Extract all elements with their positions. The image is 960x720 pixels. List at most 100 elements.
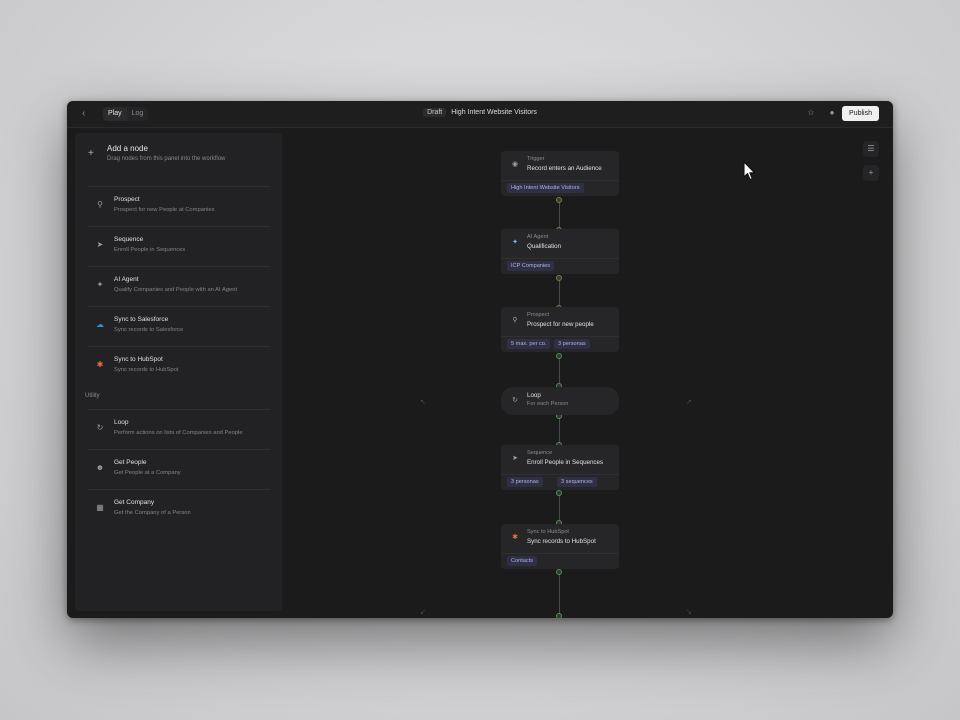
publish-button[interactable]: Publish [842, 106, 879, 121]
output-port[interactable] [556, 197, 562, 203]
node-kind: Loop [527, 392, 541, 399]
add-node-subtitle: Drag nodes from this panel into the work… [107, 156, 226, 162]
node-kind: AI Agent [527, 234, 549, 240]
send-icon: ➤ [512, 455, 518, 462]
sparkle-icon: ✦ [512, 239, 518, 246]
node-item-desc: Prospect for new People at Companies [114, 207, 215, 213]
globe-icon[interactable]: ● [827, 108, 837, 118]
node-item-desc: Sync records to HubSpot [114, 367, 179, 373]
workflow-node-loop[interactable]: ↻ Loop For each Person [501, 387, 619, 415]
node-item-title: Prospect [114, 196, 140, 203]
edge [559, 356, 560, 386]
node-kind: Sequence [527, 450, 553, 456]
node-item-desc: Enroll People in Sequences [114, 247, 186, 253]
workflow-node-sync-hubspot[interactable]: ✱ Sync to HubSpot Sync records to HubSpo… [501, 524, 619, 569]
building-icon: ▦ [96, 503, 104, 512]
node-item-desc: Qualify Companies and People with an AI … [114, 287, 238, 293]
workflow-node-ai-agent[interactable]: ✦ AI Agent Qualification ICP Companies [501, 229, 619, 274]
node-item-desc: Get People at a Company [114, 470, 181, 476]
node-chip: 3 personas [507, 477, 543, 487]
people-icon: ☻ [95, 463, 105, 472]
page-title: High Intent Website Visitors [451, 109, 537, 116]
workflow-canvas[interactable]: ☰ + ↖ ↗ ↙ ↘ ◉ Trigger Record enters an A… [282, 128, 893, 618]
node-chip: 3 personas [554, 339, 590, 349]
search-icon: ⚲ [97, 200, 103, 209]
node-name: Enroll People in Sequences [527, 459, 604, 466]
add-node-panel: + Add a node Drag nodes from this panel … [75, 133, 282, 611]
search-icon: ⚲ [512, 317, 518, 324]
loop-icon: ↻ [96, 423, 104, 432]
divider [501, 258, 619, 259]
node-item-get-company[interactable]: ▦ Get Company Get the Company of a Perso… [87, 489, 270, 530]
send-icon: ➤ [96, 240, 104, 249]
node-chip: 3 sequences [557, 477, 597, 487]
expand-icon: ↘ [686, 609, 692, 616]
expand-icon: ↗ [686, 399, 692, 406]
node-name: Sync records to HubSpot [527, 538, 596, 545]
star-icon[interactable]: ☆ [806, 108, 816, 118]
node-chip: 5 max. per co. [507, 339, 551, 349]
node-name: Qualification [527, 243, 562, 250]
node-chip: Contacts [507, 556, 538, 566]
node-item-get-people[interactable]: ☻ Get People Get People at a Company [87, 449, 270, 490]
divider [501, 474, 619, 475]
trigger-icon: ◉ [511, 161, 519, 168]
salesforce-icon: ☁ [96, 320, 104, 329]
node-item-sync-salesforce[interactable]: ☁ Sync to Salesforce Sync records to Sal… [87, 306, 270, 347]
node-item-title: Get People [114, 459, 147, 466]
node-item-title: Get Company [114, 499, 155, 506]
divider [501, 180, 619, 181]
hubspot-icon: ✱ [512, 534, 518, 541]
edge [559, 278, 560, 308]
node-name: For each Person [527, 401, 569, 407]
output-port[interactable] [556, 569, 562, 575]
add-node-title: Add a node [107, 144, 148, 153]
node-item-title: Sequence [114, 236, 144, 243]
hubspot-icon: ✱ [96, 360, 104, 369]
node-item-title: Loop [114, 419, 129, 426]
expand-icon: ↖ [420, 399, 426, 406]
node-name: Record enters an Audience [527, 165, 602, 172]
node-item-desc: Sync records to Salesforce [114, 327, 184, 333]
node-chip: High Intent Website Visitors [507, 183, 584, 193]
output-port[interactable] [556, 275, 562, 281]
output-port[interactable] [556, 353, 562, 359]
node-item-desc: Perform actions on lists of Companies an… [114, 430, 243, 436]
edge [559, 572, 560, 616]
edge [559, 493, 560, 523]
divider [501, 336, 619, 337]
node-kind: Sync to HubSpot [527, 529, 569, 535]
loop-icon: ↻ [512, 397, 518, 404]
divider [501, 553, 619, 554]
node-kind: Trigger [527, 156, 545, 162]
node-item-ai-agent[interactable]: ✦ AI Agent Qualify Companies and People … [87, 266, 270, 307]
node-name: Prospect for new people [527, 321, 594, 328]
workflow-node-sequence[interactable]: ➤ Sequence Enroll People in Sequences 3 … [501, 445, 619, 490]
node-item-title: Sync to Salesforce [114, 316, 169, 323]
node-item-loop[interactable]: ↻ Loop Perform actions on lists of Compa… [87, 409, 270, 450]
node-kind: Prospect [527, 312, 550, 318]
title-bar: ‹ Play Log Draft High Intent Website Vis… [67, 101, 893, 128]
node-item-desc: Get the Company of a Person [114, 510, 191, 516]
expand-icon: ↙ [420, 609, 426, 616]
node-item-title: Sync to HubSpot [114, 356, 163, 363]
utility-section-label: Utility [85, 393, 100, 399]
node-chip: ICP Companies [507, 261, 555, 271]
plus-icon: + [88, 148, 94, 159]
edge [559, 200, 560, 230]
output-port[interactable] [556, 490, 562, 496]
node-item-sync-hubspot[interactable]: ✱ Sync to HubSpot Sync records to HubSpo… [87, 346, 270, 387]
node-item-prospect[interactable]: ⚲ Prospect Prospect for new People at Co… [87, 186, 270, 227]
input-port[interactable] [556, 613, 562, 618]
title-group: Draft High Intent Website Visitors [67, 108, 893, 117]
sparkle-icon: ✦ [96, 280, 104, 289]
layout-icon[interactable]: ☰ [863, 141, 879, 157]
status-badge: Draft [423, 108, 447, 117]
mouse-cursor-icon [743, 161, 756, 181]
plus-icon[interactable]: + [863, 165, 879, 181]
workflow-node-trigger[interactable]: ◉ Trigger Record enters an Audience High… [501, 151, 619, 196]
workflow-node-prospect[interactable]: ⚲ Prospect Prospect for new people 5 max… [501, 307, 619, 352]
node-item-sequence[interactable]: ➤ Sequence Enroll People in Sequences [87, 226, 270, 267]
app-window: ‹ Play Log Draft High Intent Website Vis… [67, 101, 893, 618]
node-item-title: AI Agent [114, 276, 139, 283]
